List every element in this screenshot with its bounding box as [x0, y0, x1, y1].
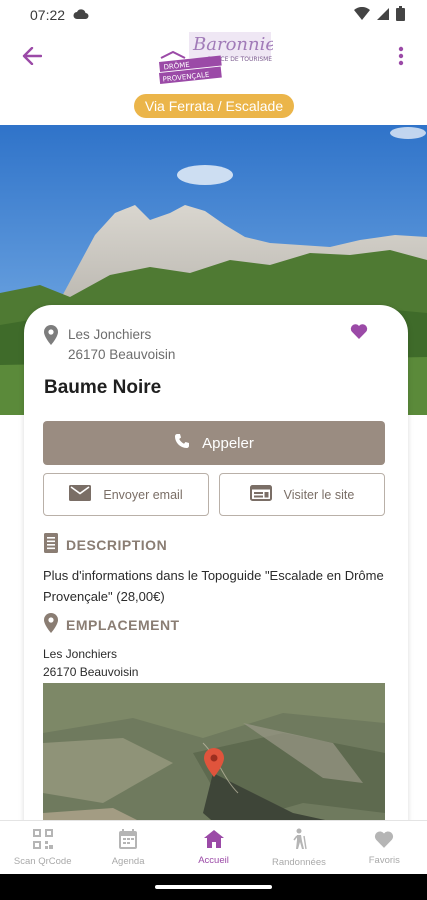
calendar-icon: [119, 828, 138, 852]
bottom-navigation: Scan QrCode Agenda Accueil Randonnées Fa…: [0, 820, 427, 874]
home-icon: [203, 829, 224, 851]
qr-code-icon: [32, 828, 53, 852]
nav-favoris[interactable]: Favoris: [342, 821, 427, 874]
phone-icon: [174, 433, 190, 453]
email-label: Envoyer email: [103, 487, 183, 502]
location-heading: EMPLACEMENT: [44, 613, 180, 636]
location-address: Les Jonchiers 26170 Beauvoisin: [43, 645, 138, 681]
heart-icon: [350, 324, 368, 343]
website-icon: [249, 485, 272, 504]
call-button[interactable]: Appeler: [43, 421, 385, 465]
signal-icon: [376, 7, 390, 24]
nav-scan-qrcode[interactable]: Scan QrCode: [0, 821, 85, 874]
nav-accueil[interactable]: Accueil: [171, 821, 256, 874]
visit-website-button[interactable]: Visiter le site: [219, 473, 385, 516]
status-bar: 07:22: [0, 0, 427, 30]
location-line2: 26170 Beauvoisin: [43, 665, 139, 679]
category-badge: Via Ferrata / Escalade: [134, 94, 294, 118]
nav-label: Agenda: [111, 855, 145, 867]
location-pin-icon: [44, 613, 58, 636]
document-icon: [44, 533, 58, 556]
listing-card: Les Jonchiers 26170 Beauvoisin Baume Noi…: [24, 305, 408, 865]
system-gesture-bar: [0, 874, 427, 900]
app-bar: Baronnies OFFICE DE TOURISME DRÔME PROVE…: [0, 30, 427, 125]
home-gesture-handle[interactable]: [155, 885, 272, 889]
nav-label: Favoris: [368, 854, 400, 866]
nav-label: Randonnées: [271, 856, 326, 868]
cloud-icon: [73, 7, 89, 23]
svg-text:Baronnies: Baronnies: [192, 34, 273, 55]
arrow-left-icon: [22, 46, 43, 70]
nav-label: Accueil: [198, 854, 229, 866]
send-email-button[interactable]: Envoyer email: [43, 473, 209, 516]
nav-agenda[interactable]: Agenda: [85, 821, 170, 874]
location-pin-icon: [44, 325, 58, 365]
baronnies-logo: Baronnies OFFICE DE TOURISME DRÔME PROVE…: [155, 28, 285, 88]
listing-title: Baume Noire: [44, 377, 162, 398]
description-text: Plus d'informations dans le Topoguide "E…: [43, 568, 384, 604]
address-line2: 26170 Beauvoisin: [68, 347, 176, 362]
more-options-button[interactable]: [391, 44, 411, 72]
call-label: Appeler: [202, 434, 254, 452]
nav-label: Scan QrCode: [13, 855, 72, 867]
email-icon: [69, 485, 92, 504]
nav-randonnees[interactable]: Randonnées: [256, 821, 341, 874]
wifi-icon: [354, 6, 370, 24]
hiker-icon: [290, 828, 308, 853]
status-time: 07:22: [30, 7, 66, 23]
battery-icon: [396, 6, 405, 24]
address-block: Les Jonchiers 26170 Beauvoisin: [44, 325, 175, 365]
more-vert-icon: [398, 46, 404, 71]
address-line1: Les Jonchiers: [68, 327, 152, 342]
favorite-button[interactable]: [350, 323, 368, 344]
website-label: Visiter le site: [283, 487, 355, 502]
description-heading: DESCRIPTION: [44, 533, 167, 556]
description-heading-label: DESCRIPTION: [66, 536, 168, 553]
back-button[interactable]: [18, 44, 46, 72]
location-line1: Les Jonchiers: [43, 647, 118, 661]
heart-icon: [374, 830, 394, 851]
location-heading-label: EMPLACEMENT: [66, 616, 180, 633]
